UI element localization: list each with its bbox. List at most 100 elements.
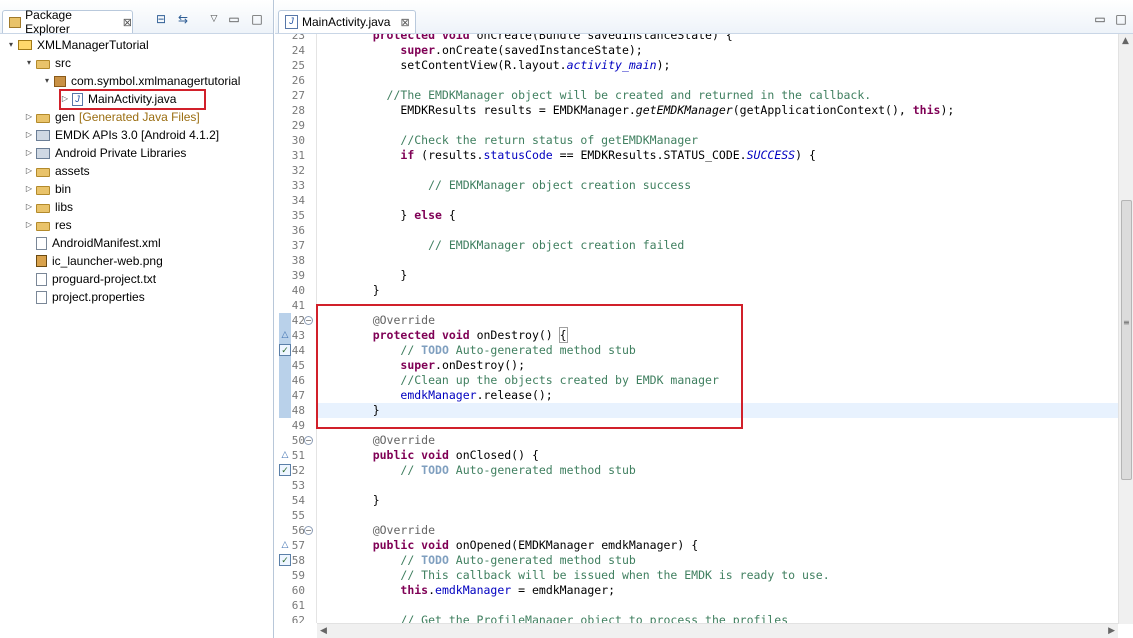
line-number: 47 (291, 389, 305, 402)
fold-toggle-icon[interactable]: − (304, 526, 313, 535)
vertical-scrollbar[interactable]: ▲ ≡ (1118, 34, 1133, 624)
line-number: 34 (291, 194, 305, 207)
line-number: 39 (291, 269, 305, 282)
vertical-scroll-thumb[interactable] (1121, 200, 1132, 480)
tree-item[interactable]: ▾ XMLManagerTutorial (6, 36, 149, 54)
code-token: } (345, 493, 380, 507)
line-number-ruler[interactable]: 23 24 25 26 27 28 29 30 31 32 33 34 35 36 37 38 39 40 41 42… (275, 34, 316, 623)
line-number: 54 (291, 494, 305, 507)
tree-item[interactable]: ▷ EMDK APIs 3.0 [Android 4.1.2] (24, 126, 219, 144)
link-with-editor-icon[interactable]: ⇆ (175, 12, 191, 26)
code-line: //Check the return status of getEMDKMana… (345, 133, 698, 148)
fold-toggle-icon[interactable]: − (304, 436, 313, 445)
override-marker-icon[interactable]: △ (279, 329, 291, 341)
tree-item[interactable]: ▾ com.symbol.xmlmanagertutorial (42, 72, 240, 90)
tree-item[interactable]: ▷ res (24, 216, 72, 234)
code-line: @Override (345, 433, 435, 448)
expand-toggle-icon[interactable]: ▷ (24, 162, 34, 180)
folder-icon (36, 203, 50, 213)
view-menu-icon[interactable]: ▽ (206, 12, 222, 26)
tree-item[interactable]: ▷ bin (24, 180, 71, 198)
tree-item-label: bin (55, 182, 72, 196)
tree-item[interactable]: ▷ assets (24, 162, 90, 180)
tree-item-label: ic_launcher-web.png (52, 254, 163, 268)
package-explorer-view: Package Explorer ⊠ ⊟ ⇆ ▽ ▭ □ ▾ XMLManager… (0, 0, 274, 638)
expand-toggle-icon[interactable]: ▷ (24, 126, 34, 144)
line-number: 36 (291, 224, 305, 237)
override-marker-icon[interactable]: △ (279, 449, 291, 461)
code-token: protected void (372, 34, 477, 42)
code-token: = emdkManager; (511, 583, 616, 597)
tree-item[interactable]: ▷ Android Private Libraries (24, 144, 186, 162)
maximize-icon[interactable]: □ (1113, 12, 1129, 26)
tree-item[interactable]: AndroidManifest.xml (24, 234, 161, 252)
task-marker-icon[interactable]: ✓ (279, 464, 291, 476)
tree-item-label: proguard-project.txt (52, 272, 157, 286)
expand-toggle-icon[interactable]: ▷ (24, 108, 34, 126)
minimize-icon[interactable]: ▭ (1092, 12, 1108, 26)
line-number: 59 (291, 569, 305, 582)
scroll-left-icon[interactable]: ◀ (320, 626, 327, 636)
code-token: ); (656, 58, 671, 72)
expand-toggle-icon[interactable]: ▾ (6, 36, 16, 54)
expand-toggle-icon[interactable]: ▷ (24, 198, 34, 216)
java-editor-view: J MainActivity.java ⊠ ▭ □ 23 24 25 26 27 28 29… (275, 0, 1133, 638)
tab-package-explorer[interactable]: Package Explorer ⊠ (2, 8, 133, 36)
tree-item[interactable]: ▾ src (24, 54, 71, 72)
tree-item[interactable]: ▷ libs (24, 198, 73, 216)
java-file-icon: J (285, 15, 298, 29)
fold-toggle-icon[interactable]: − (304, 316, 313, 325)
maximize-icon[interactable]: □ (249, 12, 265, 26)
scroll-up-icon[interactable]: ▲ (1122, 36, 1129, 46)
tree-item[interactable]: project.properties (24, 288, 145, 306)
code-line: // Get the ProfileManager object to proc… (345, 613, 788, 623)
code-token: // EMDKManager object creation success (428, 178, 692, 192)
line-number: 38 (291, 254, 305, 267)
expand-toggle-icon[interactable]: ▷ (24, 216, 34, 234)
source-folder-icon (36, 113, 50, 123)
scroll-right-icon[interactable]: ▶ (1108, 626, 1115, 636)
code-token: activity_main (566, 58, 657, 72)
code-editor[interactable]: 23 24 25 26 27 28 29 30 31 32 33 34 35 36 37 38 39 40 41 42… (275, 34, 1118, 623)
line-number: 26 (291, 74, 305, 87)
code-line: // TODO Auto-generated method stub (345, 553, 635, 568)
tab-main-activity[interactable]: J MainActivity.java ⊠ (278, 10, 416, 33)
code-line: protected void onCreate(Bundle savedInst… (345, 34, 733, 43)
code-token: SUCCESS (746, 148, 796, 162)
expand-toggle-icon[interactable]: ▾ (42, 72, 52, 90)
project-icon (18, 40, 32, 50)
tree-item[interactable]: proguard-project.txt (24, 270, 156, 288)
close-icon[interactable]: ⊠ (123, 16, 132, 29)
horizontal-scrollbar[interactable]: ◀ ▶ (317, 623, 1118, 638)
line-number: 37 (291, 239, 305, 252)
folder-icon (36, 221, 50, 231)
expand-toggle-icon[interactable]: ▾ (24, 54, 34, 72)
line-number: 23 (291, 34, 305, 42)
code-line: // TODO Auto-generated method stub (345, 463, 635, 478)
tree-item[interactable]: ic_launcher-web.png (24, 252, 163, 270)
code-token: onOpened(EMDKManager emdkManager) { (455, 538, 699, 552)
tree-item-label: src (55, 56, 71, 70)
line-number: 61 (291, 599, 305, 612)
code-token: public void (372, 538, 456, 552)
line-number: 32 (291, 164, 305, 177)
code-token: @Override (372, 433, 436, 447)
collapse-all-icon[interactable]: ⊟ (153, 12, 169, 26)
line-number: 25 (291, 59, 305, 72)
expand-toggle-icon[interactable]: ▷ (24, 180, 34, 198)
tree-item[interactable]: ▷ gen [Generated Java Files] (24, 108, 200, 126)
text-file-icon (36, 290, 47, 304)
close-icon[interactable]: ⊠ (400, 16, 409, 29)
code-line: //The EMDKManager object will be created… (345, 88, 872, 103)
minimize-icon[interactable]: ▭ (226, 12, 242, 26)
task-marker-icon[interactable]: ✓ (279, 554, 291, 566)
tree-item-label: com.symbol.xmlmanagertutorial (71, 74, 241, 88)
task-marker-icon[interactable]: ✓ (279, 344, 291, 356)
override-marker-icon[interactable]: △ (279, 539, 291, 551)
code-line: } (345, 493, 380, 508)
expand-toggle-icon[interactable]: ▷ (24, 144, 34, 162)
